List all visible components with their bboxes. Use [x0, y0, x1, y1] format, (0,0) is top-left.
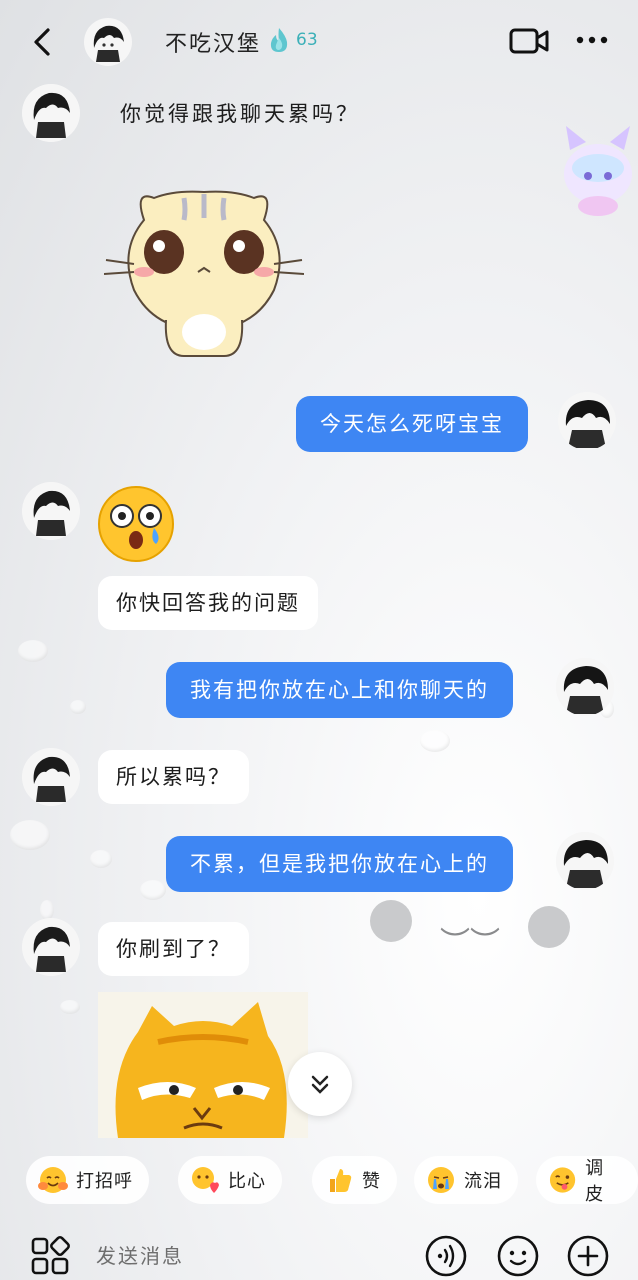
- incoming-message-bubble[interactable]: 你快回答我的问题: [98, 576, 318, 630]
- contact-avatar[interactable]: [84, 18, 132, 66]
- my-avatar[interactable]: [556, 658, 614, 716]
- voice-message-icon[interactable]: [424, 1234, 468, 1278]
- heart-hands-emoji-icon: [192, 1167, 219, 1193]
- plus-icon[interactable]: [566, 1234, 610, 1278]
- my-avatar[interactable]: [558, 392, 616, 450]
- message-text: 你觉得跟我聊天累吗？: [120, 102, 360, 126]
- quick-reply-heart[interactable]: 比心: [178, 1156, 282, 1204]
- message-input-bar: [0, 1216, 638, 1280]
- crying-emoji-icon: [428, 1167, 454, 1193]
- outgoing-message-bubble[interactable]: 我有把你放在心上和你聊天的: [166, 662, 513, 718]
- quick-reply-label: 比心: [228, 1171, 266, 1192]
- contact-avatar[interactable]: [22, 482, 80, 540]
- more-options-icon[interactable]: [572, 30, 612, 50]
- apps-grid-icon[interactable]: [30, 1236, 70, 1276]
- contact-avatar[interactable]: [22, 918, 80, 976]
- scroll-to-bottom-button[interactable]: [288, 1052, 352, 1116]
- hug-emoji-icon: [38, 1167, 68, 1193]
- quick-reply-cry[interactable]: 流泪: [414, 1156, 518, 1204]
- video-call-icon[interactable]: [508, 24, 550, 58]
- quick-reply-like[interactable]: 赞: [312, 1156, 397, 1204]
- contact-name[interactable]: 不吃汉堡: [165, 26, 261, 58]
- emoji-icon[interactable]: [496, 1234, 540, 1278]
- shocked-emoji-sticker: [98, 486, 174, 562]
- thumbs-up-icon: [330, 1169, 352, 1192]
- quick-reply-label: 流泪: [464, 1171, 502, 1192]
- back-arrow-icon[interactable]: [28, 24, 58, 60]
- wink-tongue-emoji-icon: [549, 1167, 576, 1193]
- message-input[interactable]: [96, 1236, 396, 1276]
- outgoing-message-bubble[interactable]: 不累，但是我把你放在心上的: [166, 836, 513, 892]
- chat-header: 不吃汉堡 63: [0, 0, 638, 84]
- contact-avatar[interactable]: [22, 748, 80, 806]
- intimacy-level: 63: [296, 30, 318, 50]
- quick-reply-playful[interactable]: 调皮: [536, 1156, 638, 1205]
- outgoing-message-bubble[interactable]: 今天怎么死呀宝宝: [296, 396, 528, 452]
- incoming-message-bubble[interactable]: 你刷到了？: [98, 922, 249, 976]
- sad-cat-sticker: [104, 190, 304, 357]
- quick-reply-label: 赞: [362, 1171, 381, 1192]
- quick-reply-label: 调皮: [585, 1158, 605, 1205]
- spark-flame-icon: [270, 28, 288, 52]
- quick-reply-greet[interactable]: 打招呼: [26, 1156, 149, 1204]
- my-avatar[interactable]: [556, 832, 614, 890]
- quick-reply-bar: 打招呼 比心 赞 流泪 调皮: [0, 1150, 638, 1210]
- cat-spirit-sticker: [564, 126, 632, 216]
- quick-reply-label: 打招呼: [76, 1171, 133, 1192]
- angry-orange-cat-image[interactable]: [98, 992, 308, 1138]
- incoming-message-bubble[interactable]: 所以累吗？: [98, 750, 249, 804]
- contact-avatar[interactable]: [22, 84, 80, 142]
